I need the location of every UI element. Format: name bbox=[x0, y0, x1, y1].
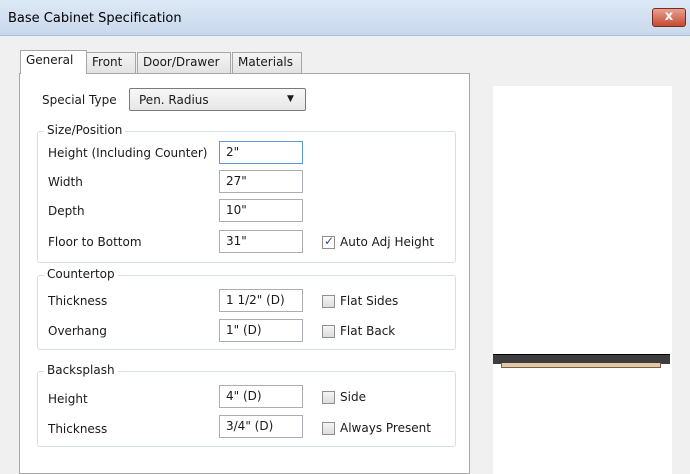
tab-front-label: Front bbox=[92, 55, 123, 69]
dialog-body: General Front Door/Drawer Materials Spec… bbox=[0, 36, 690, 474]
close-icon: x bbox=[664, 9, 674, 24]
chevron-down-icon: ▼ bbox=[287, 94, 294, 104]
size-position-group: Size/Position Height (Including Counter)… bbox=[37, 123, 456, 263]
cabinet-preview bbox=[493, 86, 672, 474]
auto-adj-height-label: Auto Adj Height bbox=[340, 235, 435, 249]
tab-general[interactable]: General bbox=[20, 50, 87, 74]
countertop-thickness-label: Thickness bbox=[48, 294, 108, 308]
tab-materials-label: Materials bbox=[238, 55, 294, 69]
height-label: Height (Including Counter) bbox=[48, 146, 208, 160]
width-field[interactable]: 27" bbox=[219, 170, 303, 193]
always-present-label: Always Present bbox=[340, 421, 431, 435]
tab-materials[interactable]: Materials bbox=[232, 52, 302, 73]
overhang-label: Overhang bbox=[48, 324, 107, 338]
always-present-checkbox[interactable] bbox=[322, 422, 335, 435]
close-button[interactable]: x bbox=[652, 8, 686, 27]
floor-to-bottom-field[interactable]: 31" bbox=[219, 230, 303, 253]
special-type-value: Pen. Radius bbox=[139, 93, 209, 107]
backsplash-title: Backsplash bbox=[44, 363, 118, 377]
flat-sides-label: Flat Sides bbox=[340, 294, 399, 308]
overhang-field[interactable]: 1" (D) bbox=[219, 319, 303, 342]
auto-adj-height-checkbox[interactable]: ✓ bbox=[322, 234, 335, 249]
tab-door-drawer-label: Door/Drawer bbox=[143, 55, 220, 69]
backsplash-thickness-label: Thickness bbox=[48, 422, 108, 436]
cabinet-base-preview-shape bbox=[501, 363, 661, 368]
countertop-group: Countertop Thickness 1 1/2" (D) Flat Sid… bbox=[37, 267, 456, 350]
countertop-thickness-field[interactable]: 1 1/2" (D) bbox=[219, 289, 303, 312]
countertop-title: Countertop bbox=[44, 267, 118, 281]
backsplash-group: Backsplash Height 4" (D) Side Thickness … bbox=[37, 363, 456, 447]
backsplash-thickness-field[interactable]: 3/4" (D) bbox=[219, 415, 303, 438]
special-type-select[interactable]: Pen. Radius ▼ bbox=[129, 88, 306, 111]
size-position-title: Size/Position bbox=[44, 123, 126, 137]
checkmark-icon: ✓ bbox=[324, 234, 335, 248]
tab-front[interactable]: Front bbox=[86, 52, 136, 73]
depth-label: Depth bbox=[48, 204, 85, 218]
flat-back-checkbox[interactable] bbox=[322, 325, 335, 338]
backsplash-height-field[interactable]: 4" (D) bbox=[219, 385, 303, 408]
depth-field[interactable]: 10" bbox=[219, 199, 303, 222]
backsplash-height-label: Height bbox=[48, 392, 88, 406]
window-title: Base Cabinet Specification bbox=[8, 11, 182, 26]
side-label: Side bbox=[340, 390, 366, 404]
general-tab-panel: Special Type Pen. Radius ▼ Size/Position… bbox=[19, 73, 470, 474]
tab-door-drawer[interactable]: Door/Drawer bbox=[137, 52, 231, 73]
floor-to-bottom-label: Floor to Bottom bbox=[48, 235, 142, 249]
tab-general-label: General bbox=[26, 53, 74, 67]
height-field[interactable]: 2" bbox=[219, 141, 303, 164]
special-type-label: Special Type bbox=[42, 93, 117, 107]
title-bar: Base Cabinet Specification x bbox=[0, 0, 690, 36]
side-checkbox[interactable] bbox=[322, 391, 335, 404]
flat-sides-checkbox[interactable] bbox=[322, 295, 335, 308]
flat-back-label: Flat Back bbox=[340, 324, 396, 338]
width-label: Width bbox=[48, 175, 83, 189]
